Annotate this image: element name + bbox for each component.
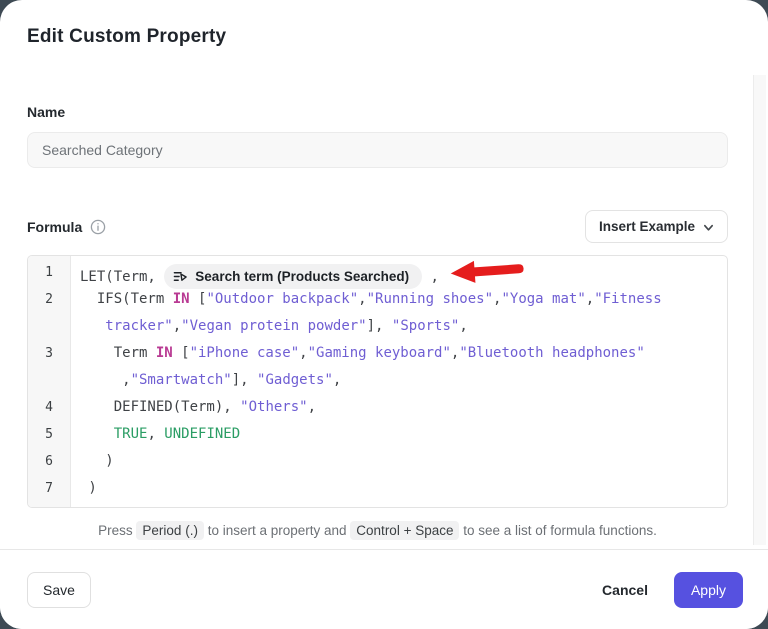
line-number — [28, 313, 70, 340]
chevron-down-icon — [703, 221, 714, 232]
dialog-content: Edit Custom Property Name Formula Insert… — [0, 0, 768, 549]
apply-button[interactable]: Apply — [674, 572, 743, 608]
code-line: LET(Term, Search term (Products Searched… — [80, 259, 727, 286]
code-line: ) — [80, 475, 727, 502]
line-number — [28, 367, 70, 394]
cancel-button[interactable]: Cancel — [602, 582, 648, 598]
line-number: 4 — [28, 394, 70, 421]
code-line: ,"Smartwatch"], "Gadgets", — [80, 367, 727, 394]
name-input[interactable] — [27, 132, 728, 168]
kbd-period: Period (.) — [136, 521, 204, 540]
info-icon[interactable] — [90, 219, 106, 235]
kbd-control-space: Control + Space — [350, 521, 459, 540]
insert-example-button[interactable]: Insert Example — [585, 210, 728, 243]
save-button[interactable]: Save — [27, 572, 91, 608]
formula-label: Formula — [27, 219, 82, 235]
line-number-gutter: 12 3 4567 — [28, 256, 71, 507]
code-line: TRUE, UNDEFINED — [80, 421, 727, 448]
scrollbar[interactable] — [753, 75, 766, 545]
property-list-icon — [173, 269, 188, 284]
formula-editor[interactable]: 12 3 4567 LET(Term, Search term (Products … — [27, 255, 728, 508]
line-number: 1 — [28, 259, 70, 286]
edit-custom-property-dialog: Edit Custom Property Name Formula Insert… — [0, 0, 768, 629]
code-line: IFS(Term IN ["Outdoor backpack","Running… — [80, 286, 727, 313]
formula-code[interactable]: LET(Term, Search term (Products Searched… — [71, 256, 727, 507]
dialog-footer: Save Cancel Apply — [0, 549, 768, 629]
line-number: 5 — [28, 421, 70, 448]
red-arrow-annotation — [448, 256, 526, 297]
property-chip-label: Search term (Products Searched) — [195, 263, 409, 290]
formula-hint: Press Period (.) to insert a property an… — [27, 523, 728, 538]
property-chip[interactable]: Search term (Products Searched) — [164, 264, 422, 289]
code-line: DEFINED(Term), "Others", — [80, 394, 727, 421]
dialog-title: Edit Custom Property — [27, 26, 728, 48]
code-line: ) — [80, 448, 727, 475]
line-number: 3 — [28, 340, 70, 367]
line-number: 7 — [28, 475, 70, 502]
code-line: Term IN ["iPhone case","Gaming keyboard"… — [80, 340, 727, 367]
code-line: tracker","Vegan protein powder"], "Sport… — [80, 313, 727, 340]
line-number: 6 — [28, 448, 70, 475]
insert-example-label: Insert Example — [599, 219, 695, 234]
name-label: Name — [27, 104, 728, 120]
line-number: 2 — [28, 286, 70, 313]
